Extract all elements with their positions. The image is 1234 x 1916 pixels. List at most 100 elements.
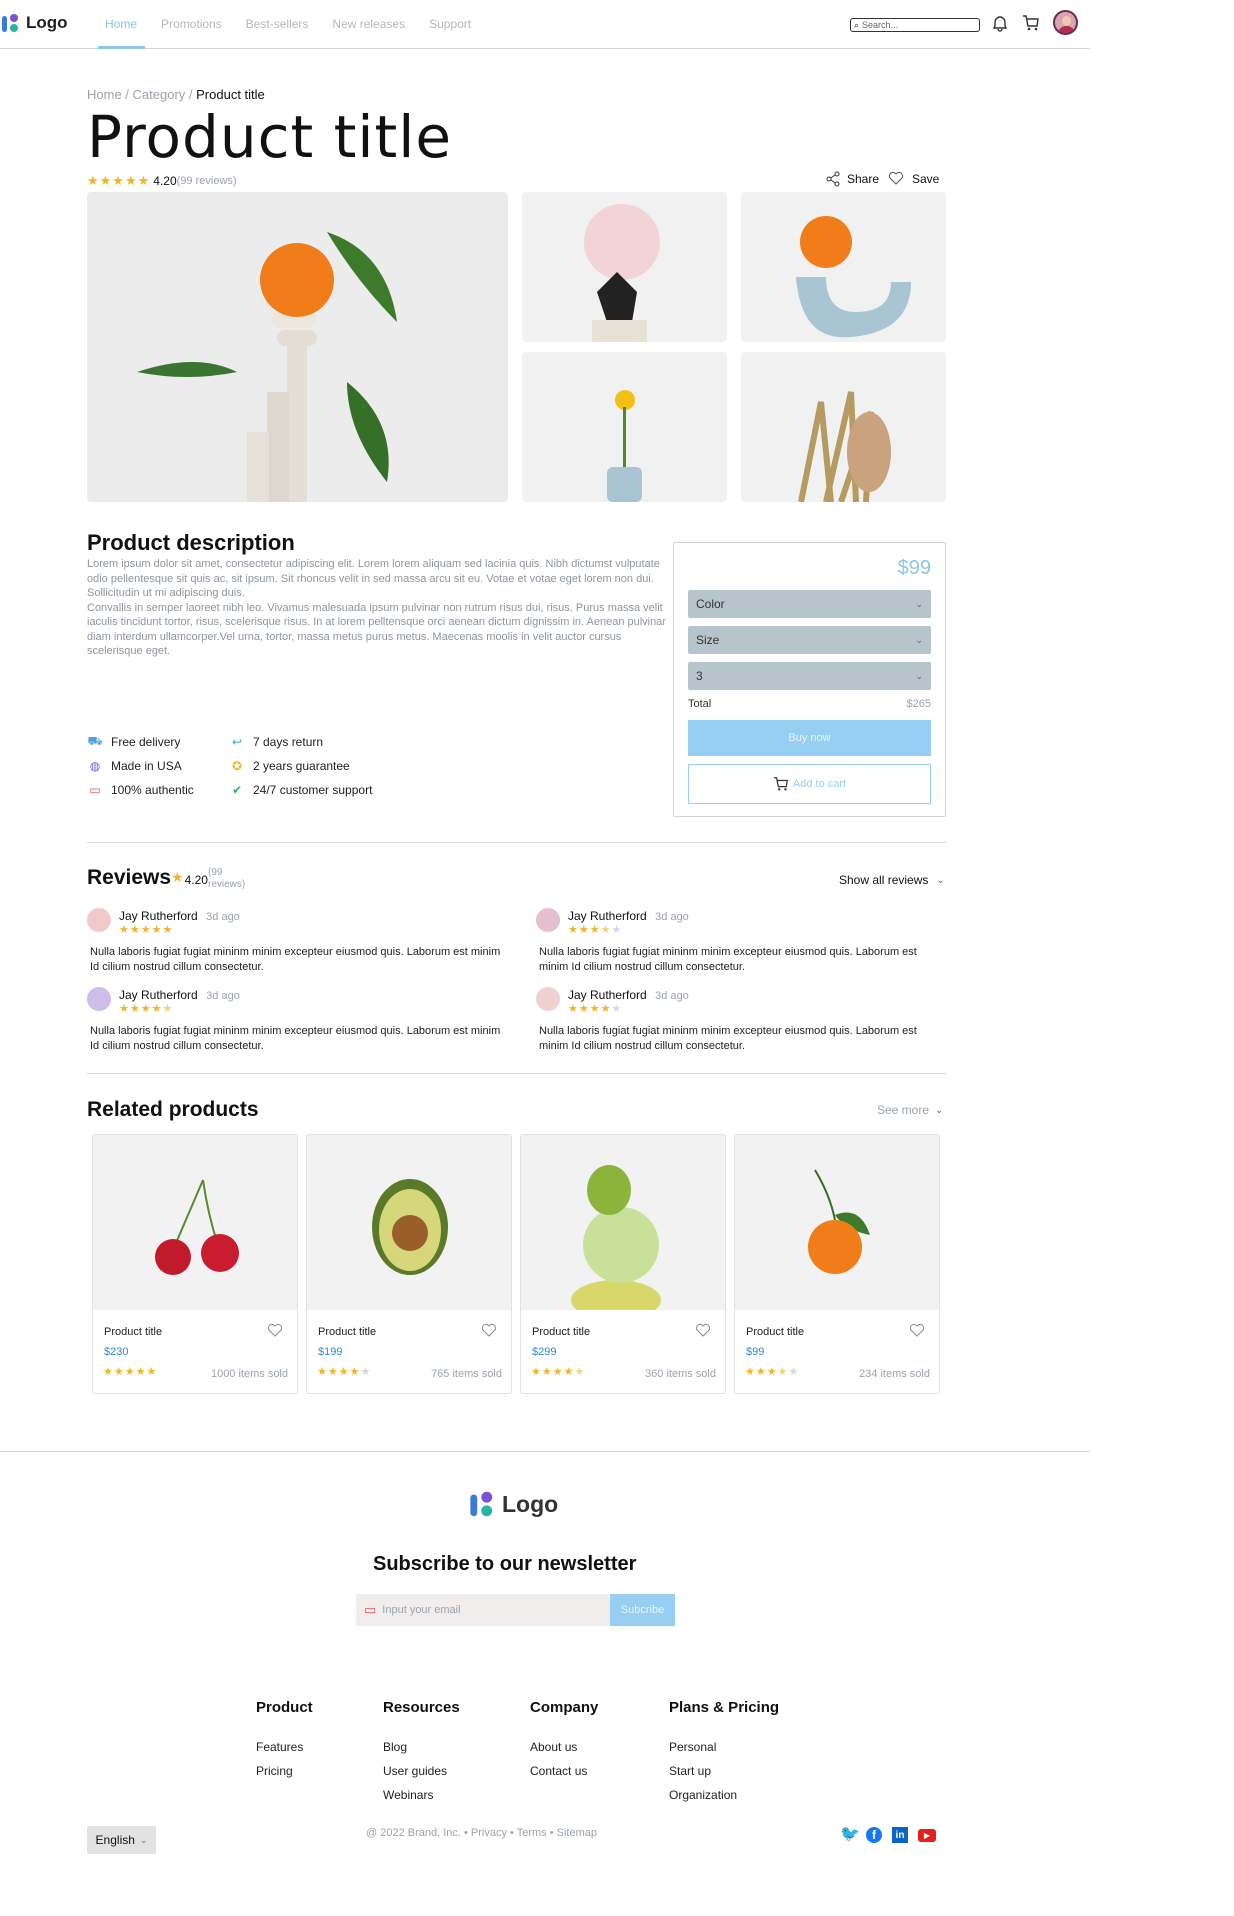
review-age: 3d ago [206,911,240,923]
product-card[interactable]: Product title $199 ★★★★★ 765 items sold [306,1134,512,1394]
review-stars: ★★★★★ [119,1003,174,1015]
features-list: ⛟ Free delivery ↩ 7 days return ◍ Made in U… [87,730,407,802]
footer-link[interactable]: Webinars [383,1788,460,1802]
heart-icon[interactable] [909,1323,925,1338]
nav-support[interactable]: Support [429,17,471,31]
search-icon: ⌕ [854,19,860,30]
footer-link[interactable]: Pricing [256,1764,313,1778]
footer-link[interactable]: Features [256,1740,313,1754]
product-card[interactable]: Product title $99 ★★★★★ 234 items sold [734,1134,940,1394]
tangerine-illustration [808,1169,870,1274]
chevron-down-icon: ⌄ [915,634,923,645]
heart-icon[interactable] [267,1323,283,1338]
facebook-icon[interactable]: f [866,1827,882,1843]
search-input[interactable]: ⌕ Search... [850,18,980,32]
divider [87,1073,946,1074]
social-links: 🐦 f in ▶ [840,1827,936,1843]
dried-plants-illustration [798,391,891,502]
review-age: 3d ago [206,990,240,1002]
show-all-reviews-link[interactable]: Show all reviews ⌄ [839,873,945,887]
footer-link[interactable]: Organization [669,1788,779,1802]
review-stars: ★★★★★ [568,1003,623,1015]
heart-icon[interactable] [695,1323,711,1338]
gallery-image-4[interactable] [741,352,946,502]
product-stars: ★★★★★ [103,1366,158,1378]
main-product-image[interactable] [87,192,508,502]
feature-guarantee: ✪ 2 years guarantee [229,754,399,778]
nav-best-sellers[interactable]: Best-sellers [246,17,309,31]
color-select[interactable]: Color ⌄ [688,590,931,618]
items-sold: 1000 items sold [210,1368,288,1380]
nav-home[interactable]: Home [105,17,137,31]
product-card[interactable]: Product title $230 ★★★★★ 1000 items sold [92,1134,298,1394]
nav-promotions[interactable]: Promotions [161,17,222,31]
feature-free-delivery: ⛟ Free delivery [87,734,181,749]
footer-link[interactable]: Contact us [530,1764,598,1778]
logo-icon [470,1491,493,1517]
logo[interactable]: Logo [2,12,68,34]
feature-returns: ↩ 7 days return [229,730,399,754]
size-select[interactable]: Size ⌄ [688,626,931,654]
product-card[interactable]: Product title $299 ★★★★★ 360 items sold [520,1134,726,1394]
product-stars: ★★★★★ [745,1366,800,1378]
gallery-image-2[interactable] [741,192,946,342]
reviews-count: (99 reviews) [207,867,246,890]
gallery-image-3[interactable] [522,352,727,502]
footer-link[interactable]: Personal [669,1740,779,1754]
product-title: Product title [104,1326,163,1338]
divider [87,842,946,843]
main-nav: Home Promotions Best-sellers New release… [105,17,495,31]
youtube-icon[interactable]: ▶ [918,1828,936,1842]
message-icon: ▭ [364,1602,377,1617]
gallery-image-1[interactable] [522,192,727,342]
quantity-select[interactable]: 3 ⌄ [688,662,931,690]
product-image [521,1135,725,1320]
email-field[interactable]: ▭ Input your email [356,1594,610,1626]
breadcrumb-category[interactable]: Category [133,87,186,102]
reviewer-name: Jay Rutherford [119,909,198,923]
linkedin-icon[interactable]: in [892,1827,908,1843]
save-button[interactable]: Save [888,171,939,186]
footer-logo[interactable]: Logo [470,1489,558,1519]
footer-link[interactable]: About us [530,1740,598,1754]
product-title: Product title [532,1326,591,1338]
footer-link[interactable]: Start up [669,1764,779,1778]
product-title: Product title [318,1326,377,1338]
subscribe-button[interactable]: Subcribe [610,1594,675,1626]
items-sold: 234 items sold [859,1368,930,1380]
share-button[interactable]: Share [825,171,879,187]
see-more-link[interactable]: See more ⌄ [877,1103,943,1117]
flower-vase-illustration [584,204,660,342]
footer-link[interactable]: Blog [383,1740,460,1754]
product-image [307,1135,511,1310]
nav-active-underline [98,46,145,49]
footer-col-company: Company About us Contact us [530,1699,599,1778]
twitter-icon[interactable]: 🐦 [840,1827,860,1843]
feature-made-in-usa: ◍ Made in USA [87,754,229,778]
avocado-illustration [372,1179,448,1275]
breadcrumb-sep: / [121,87,133,102]
search-placeholder: Search... [862,20,899,30]
avatar[interactable] [1053,10,1078,35]
breadcrumb-home[interactable]: Home [87,87,122,102]
footer-link[interactable]: User guides [383,1764,460,1778]
cart-icon[interactable] [1022,14,1040,32]
language-select[interactable]: English ⌄ [87,1826,156,1854]
review-stars: ★★★★★ [568,924,623,936]
footer-col-resources: Resources Blog User guides Webinars [383,1699,460,1802]
chevron-down-icon: ⌄ [935,1104,944,1116]
chevron-down-icon: ⌄ [936,874,945,886]
add-to-cart-button[interactable]: Add to cart [688,764,931,804]
review-text: Nulla laboris fugiat fugiat mininm minim… [90,1025,501,1052]
email-placeholder: Input your email [382,1604,461,1616]
reviewer-avatar [536,908,560,932]
review-text: Nulla laboris fugiat fugiat mininm minim… [539,1025,917,1052]
buy-now-button[interactable]: Buy now [688,720,931,756]
product-price: $299 [532,1346,557,1358]
bell-icon[interactable] [992,14,1008,32]
copyright: @ 2022 Brand, Inc. • Privacy • Terms • S… [366,1827,597,1839]
heart-icon[interactable] [481,1323,497,1338]
heart-icon [888,171,904,185]
nav-new-releases[interactable]: New releases [332,17,405,31]
review-text: Nulla laboris fugiat fugiat mininm minim… [539,946,917,973]
